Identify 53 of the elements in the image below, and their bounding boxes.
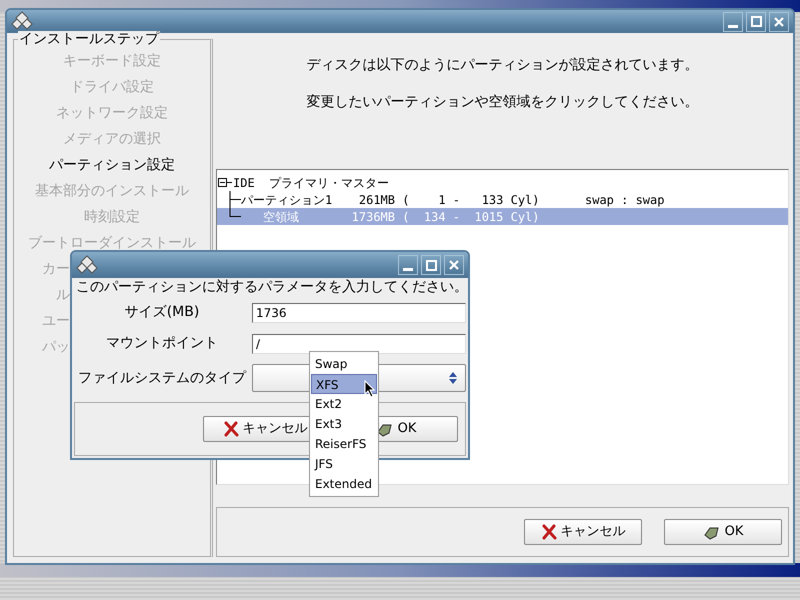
- x-icon: [222, 421, 238, 437]
- step-item: 基本部分のインストール: [35, 183, 189, 199]
- close-icon: [449, 260, 459, 270]
- panel-title: インストールステップ: [18, 31, 160, 48]
- step-item: パーティション設定: [49, 157, 175, 173]
- step-item: カー: [42, 261, 70, 277]
- minimize-button[interactable]: [723, 12, 743, 32]
- logo-icon: [11, 11, 34, 32]
- cylinder-range: ( 1 - 133 Cyl): [401, 192, 540, 208]
- maximize-button[interactable]: [746, 12, 766, 32]
- dialog-prompt: このパーティションに対するパラメータを入力してください。: [75, 278, 468, 296]
- maximize-icon: [426, 260, 436, 270]
- close-button[interactable]: [769, 12, 789, 32]
- cancel-button[interactable]: キャンセル: [524, 519, 642, 545]
- field-label: サイズ(MB): [124, 303, 200, 322]
- pointer-icon: [364, 380, 376, 398]
- partition-name: パーティション1: [241, 192, 334, 208]
- step-item: パッ: [42, 339, 70, 355]
- step-item: ユー: [42, 313, 70, 329]
- x-icon: [540, 524, 556, 540]
- close-icon: [774, 16, 784, 26]
- dropdown-option[interactable]: Extended: [311, 474, 377, 494]
- maximize-button[interactable]: [421, 255, 441, 275]
- minimize-icon: [403, 268, 413, 271]
- dropdown-option[interactable]: Ext2: [311, 394, 377, 414]
- field-label: ファイルシステムのタイプ: [77, 368, 248, 388]
- ok-button[interactable]: OK: [664, 519, 782, 545]
- input-field[interactable]: /: [252, 334, 466, 354]
- tree-row[interactable]: パーティション1 261MB ( 1 - 133 Cyl) swap : swap: [217, 191, 788, 208]
- filesystem-label: swap : swap: [585, 192, 664, 208]
- maximize-icon: [750, 16, 762, 27]
- cylinder-range: ( 134 - 1015 Cyl): [401, 208, 540, 226]
- instruction-text: ディスクは以下のようにパーティションが設定されています。: [306, 56, 700, 75]
- step-item: メディアの選択: [63, 131, 161, 147]
- field-label: マウントポイント: [105, 334, 219, 353]
- partition-size: 261MB: [358, 192, 395, 208]
- step-item: ブートローダインストール: [28, 235, 196, 251]
- step-item: ル: [56, 287, 70, 303]
- step-item: ドライバ設定: [70, 79, 154, 95]
- close-button[interactable]: [444, 255, 464, 275]
- logo-icon: [76, 254, 99, 275]
- step-item: ネットワーク設定: [56, 105, 168, 121]
- step-item: 時刻設定: [84, 209, 140, 225]
- input-field[interactable]: 1736: [252, 302, 466, 322]
- tree-item[interactable]: IDE プライマリ・マスター: [233, 174, 390, 192]
- dropdown-option[interactable]: JFS: [311, 454, 377, 474]
- minimize-icon: [728, 24, 738, 28]
- minimize-button[interactable]: [398, 255, 418, 275]
- dropdown-option[interactable]: Swap: [311, 354, 377, 374]
- instruction-text: 変更したいパーティションや空領域をクリックしてください。: [306, 93, 700, 112]
- step-item: キーボード設定: [63, 53, 161, 69]
- partition-size: 1736MB: [350, 208, 395, 226]
- updown-arrows-icon: [449, 371, 457, 385]
